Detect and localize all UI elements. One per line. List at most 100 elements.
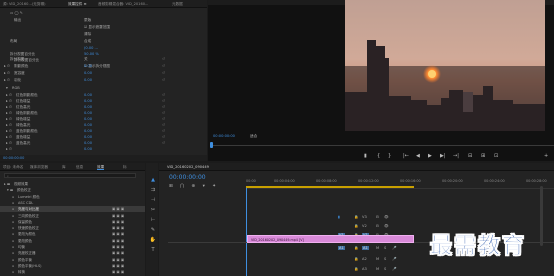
mic-icon[interactable]: 🎤 [392,246,396,250]
row-label: 拆分视图 [10,57,25,61]
playhead-marker[interactable] [210,142,213,148]
effects-panel: 项目: 未命名 媒体浏览器 库 信息 效果 标 ⌕ ▸ ▬ 视频效果 ▾ ▬ 颜色校… [0,163,145,276]
export-frame-button[interactable]: ⊡ [494,153,498,159]
reset-icon[interactable]: ↺ [162,56,165,62]
marker-button[interactable]: ▮ [364,153,367,159]
solo-button[interactable]: S [384,267,386,271]
mark-out-button[interactable]: } [388,153,391,159]
solo-button[interactable]: S [384,257,386,261]
play-button[interactable]: ▶ [428,153,432,159]
stopwatch-icon[interactable]: ▸ ⏱ [4,77,10,83]
lock-icon[interactable]: 🔒 [354,215,358,219]
toggle-sync-icon[interactable]: ⊟ [376,215,379,219]
mic-icon[interactable]: 🎤 [392,257,396,261]
list-item[interactable]: 转换 [18,269,25,275]
source-patch[interactable]: ▮ [338,215,340,219]
value[interactable]: 0.00 [84,146,92,152]
eye-icon[interactable]: 👁 [384,215,389,219]
tab-project[interactable]: 项目: 未命名 [3,164,23,170]
work-area-bar[interactable] [246,186,414,188]
dropdown-value[interactable]: 关 [84,56,88,62]
ripple-edit-tool-icon[interactable]: ⊣ [149,195,157,205]
go-to-in-button[interactable]: |← [403,153,409,159]
source-patch-a1[interactable]: A1 [338,246,345,250]
type-tool-icon[interactable]: T [149,245,157,255]
output-dropdown[interactable]: 蒙版 [84,17,91,23]
tab-markers[interactable]: 标 [123,164,127,170]
tab-audio-mixer[interactable]: 音频剪辑混合器: VID_20160... [98,1,148,7]
program-scrubber[interactable] [210,145,554,146]
slip-tool-icon[interactable]: ⊢ [149,215,157,225]
timeline-timecode[interactable]: 00:00:00:00 [169,174,206,181]
track-label[interactable]: A1 [362,246,369,250]
video-frame [345,0,545,131]
razor-tool-icon[interactable]: ✂ [149,205,157,215]
section-toggle-icon[interactable]: ▾ [6,85,8,91]
toggle-sync-icon[interactable]: ⊟ [376,224,379,228]
linked-selection-icon[interactable]: ⊕ [191,184,198,189]
tab-library[interactable]: 库 [62,164,66,170]
track-label[interactable]: A2 [362,257,367,261]
stopwatch-icon[interactable]: ▸ ⏱ [6,146,12,152]
value[interactable]: 0.00 [84,70,92,76]
selection-tool-icon[interactable]: ▲ [149,175,157,185]
stopwatch-icon[interactable]: ▸ ⏱ [4,63,10,69]
eye-icon[interactable]: 👁 [384,224,389,228]
value[interactable]: 0.00 [84,77,92,83]
reset-icon[interactable]: ↺ [162,70,165,76]
tab-effects[interactable]: 效果 [97,164,105,170]
track-label[interactable]: V3 [362,215,367,219]
section-label: RGB [12,86,20,90]
timeline-tab-bar: VID_20160202_090449 [159,163,554,171]
track-label[interactable]: V2 [362,224,367,228]
value[interactable]: 0.00 [84,63,92,69]
effect-timecode[interactable]: 00:00:00:00 [3,156,24,160]
mark-in-button[interactable]: { [377,153,380,159]
solo-button[interactable]: S [384,246,386,250]
extract-button[interactable]: ⊞ [481,153,485,159]
effects-search[interactable]: ⌕ [4,173,136,178]
effect-controls-panel: 源: VID_20160...(无剪辑) 效果控件 ≡ 音频剪辑混合器: VID… [0,0,207,161]
nest-icon[interactable]: ⊞ [169,184,176,189]
mic-icon[interactable]: 🎤 [392,267,396,271]
show-mask-checkbox[interactable]: ☑ 显示遮罩范围 [84,24,110,30]
pen-tool-icon[interactable]: ✎ [149,225,157,235]
tab-media-browser[interactable]: 媒体浏览器 [30,164,48,170]
layout-dropdown[interactable]: 合成 [84,38,91,44]
reset-icon[interactable]: ↺ [162,63,165,69]
step-back-button[interactable]: ◀ [416,153,420,159]
step-forward-button[interactable]: ▶| [440,153,446,159]
ruler-tick: 00:00:28:00 [526,179,547,183]
lock-icon[interactable]: 🔒 [354,224,358,228]
mask-tool-icons[interactable]: ▭ ◯ ✎ [10,10,23,16]
snap-icon[interactable]: ⋂ [180,184,187,189]
mute-button[interactable]: M [376,267,379,271]
tab-sequence[interactable]: VID_20160202_090449 [167,164,209,170]
fit-dropdown[interactable]: 适合 [250,134,257,139]
mute-button[interactable]: M [376,257,379,261]
track-select-tool-icon[interactable]: ⇉ [149,185,157,195]
tab-metadata[interactable]: 元数据 [172,1,183,7]
settings-icon[interactable]: ✦ [212,184,219,189]
mute-button[interactable]: M [376,246,379,250]
clear-button[interactable]: 清除 [84,31,91,37]
lock-icon[interactable]: 🔒 [354,267,358,271]
lift-button[interactable]: ⊟ [468,153,472,159]
add-marker-icon[interactable]: ▾ [203,184,208,189]
reset-icon[interactable]: ↺ [162,77,165,83]
lock-icon[interactable]: 🔒 [354,246,358,250]
hand-tool-icon[interactable]: ✋ [149,235,157,245]
program-timecode[interactable]: 00:00:00:00 [213,134,235,138]
go-to-out-button[interactable]: →| [453,153,459,159]
stopwatch-icon[interactable]: ▸ ⏱ [4,70,10,76]
track-label[interactable]: A3 [362,267,367,271]
row-label: 羽化 [14,78,22,82]
tab-source[interactable]: 源: VID_20160...(无剪辑) [3,1,45,7]
timeline-playhead[interactable] [246,186,247,276]
lock-icon[interactable]: 🔒 [354,257,358,261]
search-icon: ⌕ [7,173,9,178]
tab-effect-controls[interactable]: 效果控件 ≡ [68,1,87,7]
tab-info[interactable]: 信息 [76,164,83,170]
video-clip[interactable]: VID_20160202_090449.mp4 [V] [247,235,414,243]
button-editor-button[interactable]: + [544,153,548,159]
